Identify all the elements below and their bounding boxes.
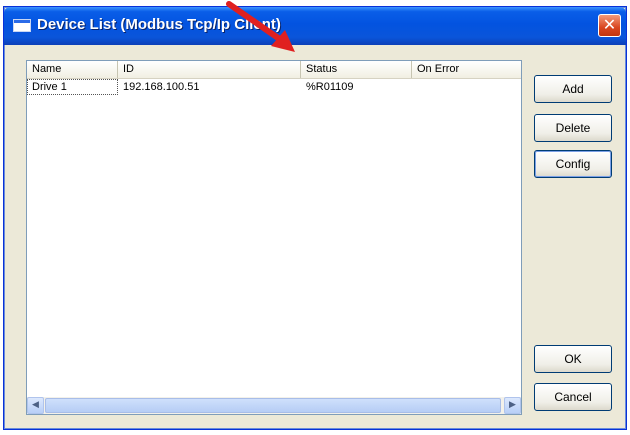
title-bar[interactable]: Device List (Modbus Tcp/Ip Client) ✕ [4, 7, 626, 45]
horizontal-scrollbar[interactable]: ◀ ▶ [27, 397, 521, 414]
close-button[interactable]: ✕ [598, 14, 621, 37]
delete-button[interactable]: Delete [534, 114, 612, 142]
scroll-thumb[interactable] [45, 398, 501, 413]
add-button[interactable]: Add [534, 75, 612, 103]
window-title: Device List (Modbus Tcp/Ip Client) [37, 16, 281, 33]
list-header: Name ID Status On Error [27, 61, 521, 79]
config-button[interactable]: Config [534, 150, 612, 178]
scroll-left-icon[interactable]: ◀ [27, 397, 44, 414]
column-header-status[interactable]: Status [301, 61, 412, 78]
column-header-on-error[interactable]: On Error [412, 61, 523, 78]
column-header-name[interactable]: Name [27, 61, 118, 78]
ok-button[interactable]: OK [534, 345, 612, 373]
cell-status: %R01109 [306, 81, 354, 93]
list-row[interactable]: Drive 1 192.168.100.51 %R01109 [27, 79, 521, 96]
scroll-right-icon[interactable]: ▶ [504, 397, 521, 414]
column-header-id[interactable]: ID [118, 61, 301, 78]
cell-name: Drive 1 [32, 81, 67, 93]
device-list-view[interactable]: Name ID Status On Error Drive 1 192.168.… [26, 60, 522, 415]
cell-on-error [412, 79, 523, 96]
device-list-dialog: Device List (Modbus Tcp/Ip Client) ✕ Nam… [3, 6, 627, 430]
cell-id: 192.168.100.51 [123, 81, 200, 93]
window-icon [13, 19, 31, 32]
cancel-button[interactable]: Cancel [534, 383, 612, 411]
